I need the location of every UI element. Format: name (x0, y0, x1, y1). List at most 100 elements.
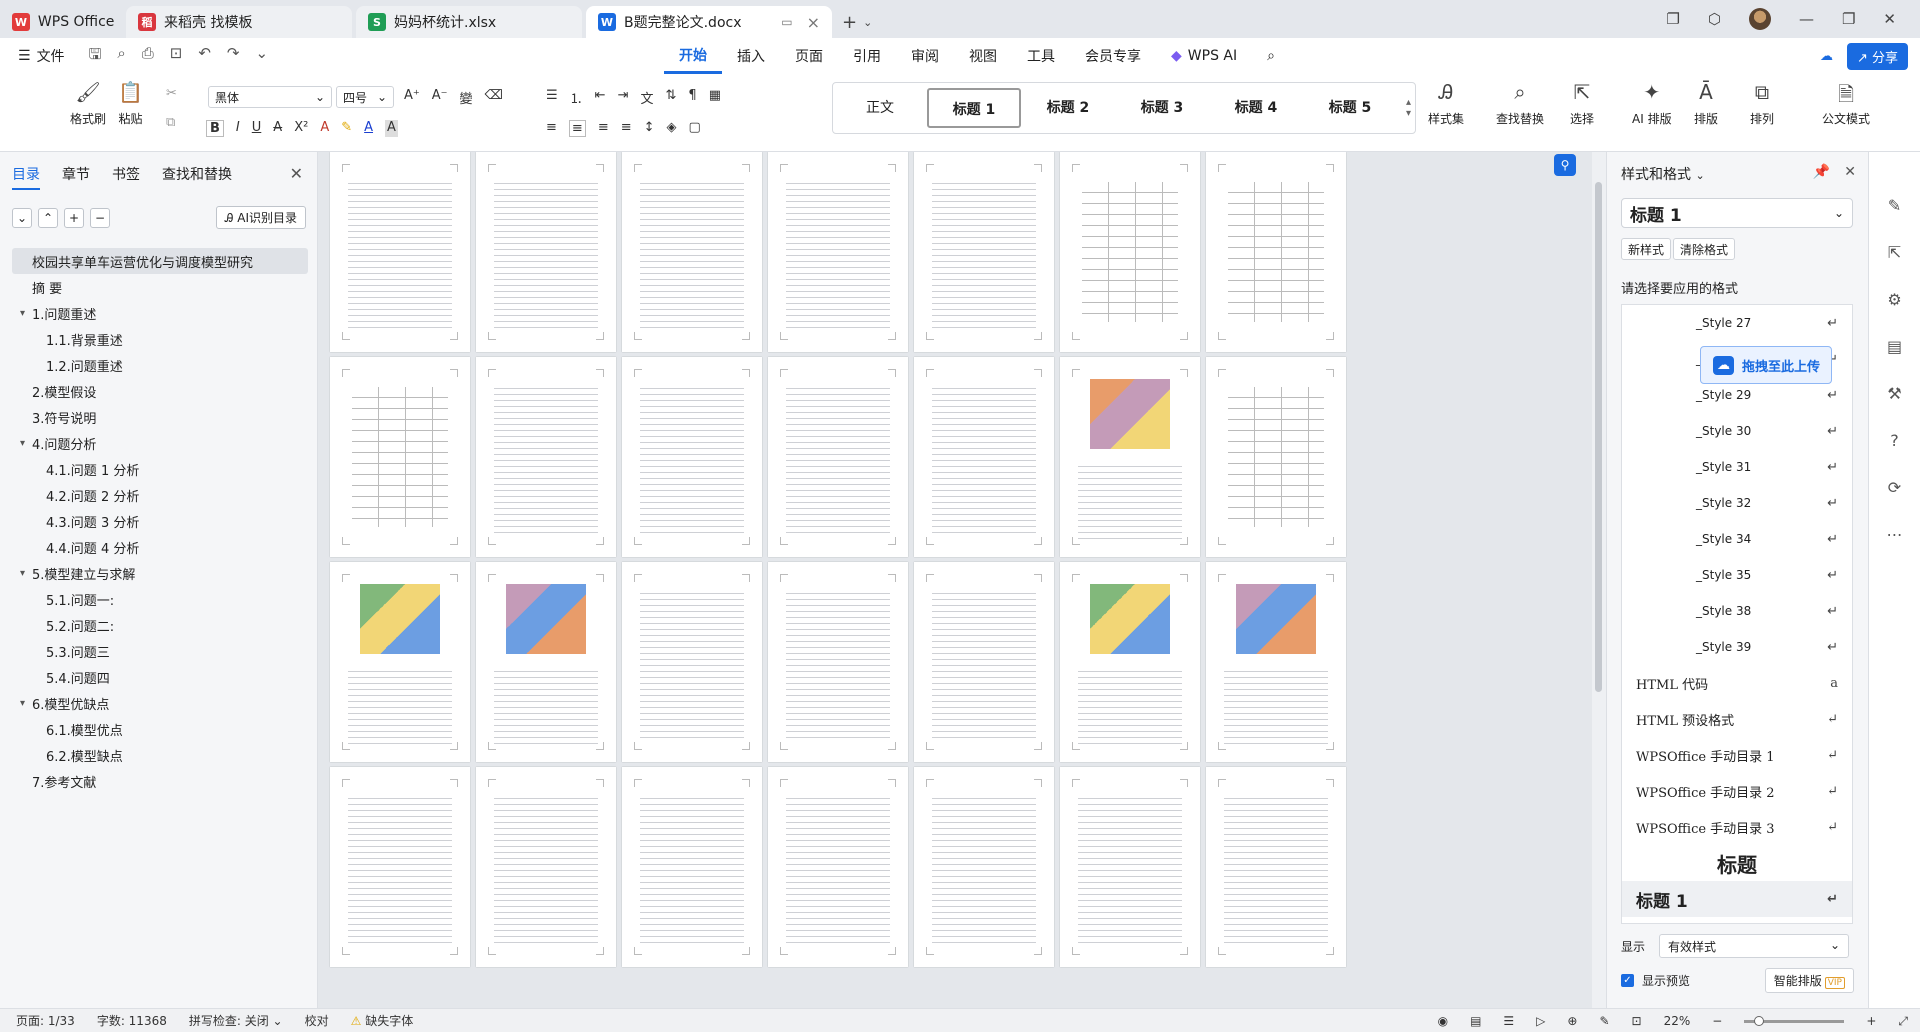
expand-triangle-icon[interactable]: ▾ (20, 308, 25, 319)
page-thumbnail[interactable] (622, 562, 762, 762)
tools-icon[interactable]: ⚒ (1887, 384, 1901, 403)
page-thumbnail[interactable] (622, 357, 762, 557)
paste-button[interactable]: 📋 粘贴 (118, 80, 143, 127)
style-list-item[interactable]: _Style 27 ↵ (1622, 305, 1852, 341)
page-thumbnail[interactable] (1060, 767, 1200, 967)
toc-item[interactable]: ▾ 6.模型优缺点 (12, 690, 308, 716)
restore-layout-icon[interactable]: ❐ (1666, 10, 1679, 28)
tab-view[interactable]: 视图 (954, 38, 1012, 74)
font-size-select[interactable]: 四号 ⌄ (336, 86, 394, 108)
undo-icon[interactable]: ↶ (198, 44, 211, 69)
select-button[interactable]: ⇱ 选择 (1570, 80, 1594, 127)
bullet-list-icon[interactable]: ☰ (546, 88, 558, 107)
grow-font-icon[interactable]: A⁺ (404, 88, 420, 107)
page-thumbnail[interactable] (1060, 152, 1200, 352)
add-heading-icon[interactable]: + (64, 207, 84, 228)
ai-doc-icon[interactable]: ▤ (1887, 337, 1902, 356)
strikethrough-icon[interactable]: A (273, 120, 282, 137)
save-icon[interactable]: 🖫 (89, 44, 102, 69)
official-mode-button[interactable]: 🗎 公文模式 (1822, 80, 1870, 127)
chinese-layout-icon[interactable]: 文 (640, 88, 653, 107)
numbered-list-icon[interactable]: ⒈ (570, 88, 583, 107)
nav-tab-chapter[interactable]: 章节 (62, 164, 90, 190)
style-list-item[interactable]: HTML 代码 a (1622, 665, 1852, 701)
upload-drop-zone[interactable]: ☁ 拖拽至此上传 (1700, 346, 1832, 384)
page-thumbnail[interactable] (768, 152, 908, 352)
more-dots-icon[interactable]: ⋯ (1887, 525, 1903, 544)
pen-icon[interactable]: ✎ (1599, 1014, 1609, 1028)
minimize-icon[interactable]: — (1799, 10, 1814, 28)
page-thumbnail[interactable] (1060, 357, 1200, 557)
new-style-button[interactable]: 新样式 (1621, 238, 1672, 260)
style-list-item[interactable]: WPSOffice 手动目录 3 ↵ (1622, 809, 1852, 845)
tab-review[interactable]: 审阅 (896, 38, 954, 74)
page-indicator[interactable]: 页面: 1/33 (16, 1012, 75, 1029)
toc-item[interactable]: 5.1.问题一: (12, 586, 308, 612)
char-shading-icon[interactable]: A (385, 120, 398, 137)
avatar[interactable] (1748, 8, 1771, 30)
style-pen-icon[interactable]: ✎ (1888, 196, 1901, 215)
page-thumbnail[interactable] (914, 152, 1054, 352)
page-thumbnail[interactable] (1206, 767, 1346, 967)
format-painter-button[interactable]: 🖌 格式刷 (70, 80, 106, 127)
page-thumbnail[interactable] (914, 562, 1054, 762)
tab-references[interactable]: 引用 (838, 38, 896, 74)
screen-icon[interactable]: ▭ (781, 15, 792, 29)
clear-format-button[interactable]: 清除格式 (1673, 238, 1736, 260)
current-style-select[interactable]: 标题 1 ⌄ (1621, 198, 1853, 228)
page-thumbnail[interactable] (768, 357, 908, 557)
toc-item[interactable]: 7.参考文献 (12, 768, 308, 794)
page-view-icon[interactable]: ▤ (1470, 1014, 1481, 1028)
tab-wps-office[interactable]: W WPS Office (0, 6, 126, 38)
style-list-item[interactable]: _Style 34 ↵ (1622, 521, 1852, 557)
toc-item[interactable]: ▾ 4.问题分析 (12, 430, 308, 456)
decrease-indent-icon[interactable]: ⇤ (595, 88, 606, 107)
toc-item[interactable]: 6.2.模型缺点 (12, 742, 308, 768)
border-icon[interactable]: ▢ (689, 120, 701, 137)
layout-button[interactable]: Ā 排版 (1694, 80, 1718, 127)
clear-format-icon[interactable]: ⌫ (485, 88, 503, 107)
redo-icon[interactable]: ↷ (227, 44, 240, 69)
share-button[interactable]: ↗ 分享 (1846, 43, 1908, 70)
ai-layout-button[interactable]: ✦ AI 排版 (1632, 80, 1672, 127)
print-preview-icon[interactable]: ⊡ (170, 44, 183, 69)
page-thumbnail[interactable] (476, 152, 616, 352)
toc-item[interactable]: 5.4.问题四 (12, 664, 308, 690)
style-list-item[interactable]: WPSOffice 手动目录 1 ↵ (1622, 737, 1852, 773)
font-color-icon[interactable]: A (364, 120, 373, 137)
style-list-item[interactable]: WPSOffice 手动目录 2 ↵ (1622, 773, 1852, 809)
page-thumbnail[interactable] (330, 767, 470, 967)
ai-toc-button[interactable]: Ꭿ AI识别目录 (215, 206, 306, 229)
align-center-icon[interactable]: ≡ (568, 120, 586, 137)
toc-item[interactable]: 摘 要 (12, 274, 308, 300)
page-thumbnail[interactable] (1206, 357, 1346, 557)
settings-sliders-icon[interactable]: ⚙ (1887, 290, 1901, 309)
file-menu[interactable]: ☰ 文件 (0, 46, 65, 66)
style-list-item[interactable]: 标题 (1622, 845, 1852, 881)
preview-toggle[interactable]: ✓ 显示预览 (1621, 972, 1690, 989)
gallery-scroll[interactable]: ▴ ▾ (1406, 97, 1415, 119)
tab-template[interactable]: 稻 来稻壳 找模板 (126, 6, 352, 38)
style-heading-4[interactable]: 标题 4 (1209, 88, 1303, 128)
close-icon[interactable]: ✕ (1844, 164, 1856, 180)
highlight-icon[interactable]: ✎ (341, 120, 352, 137)
style-list-item[interactable]: _Style 30 ↵ (1622, 413, 1852, 449)
expand-triangle-icon[interactable]: ▾ (20, 568, 25, 579)
page-thumbnail[interactable] (768, 562, 908, 762)
word-count[interactable]: 字数: 11368 (97, 1012, 167, 1029)
page-thumbnail[interactable] (476, 767, 616, 967)
page-thumbnail[interactable] (622, 152, 762, 352)
underline-icon[interactable]: U (252, 120, 262, 137)
find-replace-button[interactable]: ⌕ 查找替换 (1496, 80, 1544, 127)
eye-icon[interactable]: ◉ (1438, 1014, 1448, 1028)
font-family-select[interactable]: 黑体 ⌄ (208, 86, 332, 108)
page-thumbnail[interactable] (330, 152, 470, 352)
show-marks-icon[interactable]: ¶ (688, 88, 696, 107)
arrange-button[interactable]: ⧉ 排列 (1750, 80, 1774, 127)
style-list-item[interactable]: _Style 32 ↵ (1622, 485, 1852, 521)
nav-tab-find[interactable]: 查找和替换 (162, 164, 232, 190)
spell-check[interactable]: 拼写检查: 关闭 ⌄ (189, 1012, 283, 1029)
toc-item[interactable]: 4.4.问题 4 分析 (12, 534, 308, 560)
toc-item[interactable]: 1.2.问题重述 (12, 352, 308, 378)
expand-triangle-icon[interactable]: ▾ (20, 698, 25, 709)
